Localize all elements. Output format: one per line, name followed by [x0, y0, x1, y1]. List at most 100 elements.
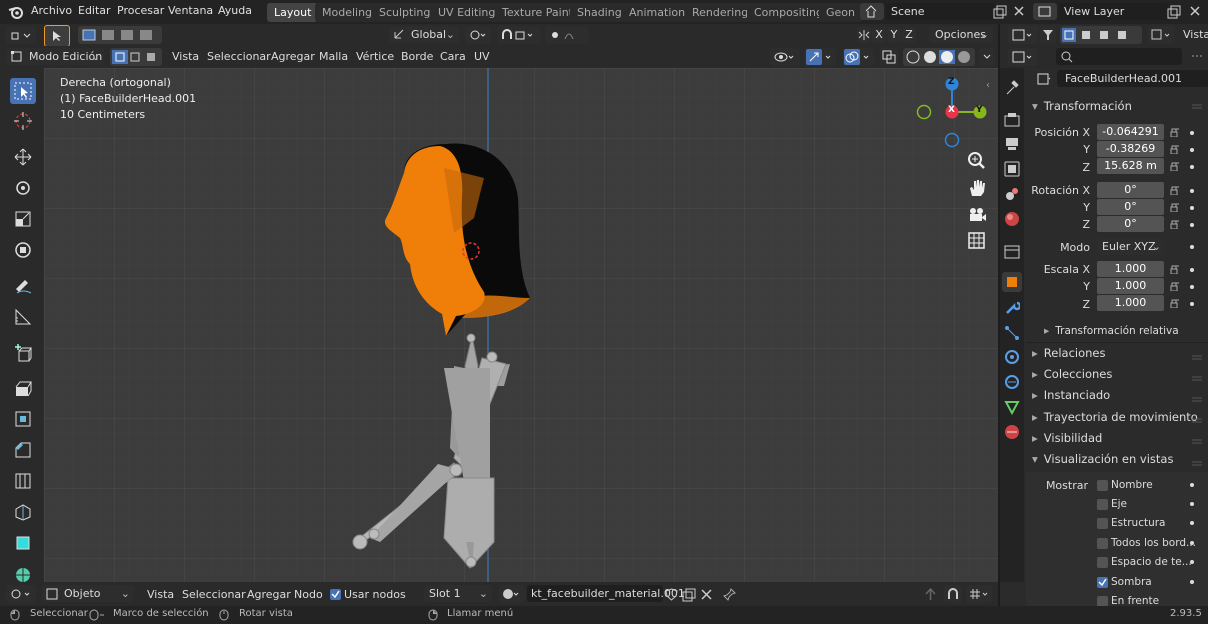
poly-build-tool[interactable] [10, 530, 36, 556]
tab-uv-editing[interactable]: UV Editing [431, 3, 503, 22]
add-cube-tool[interactable] [10, 340, 36, 366]
checkbox-todos-bordes[interactable] [1097, 538, 1108, 549]
keyframe-dot-icon[interactable] [1190, 245, 1194, 249]
3d-viewport[interactable]: Z X Y Derecha (ortogonal) (1) FaceBuilde… [44, 68, 998, 582]
scale-y-field[interactable]: 1.000 [1097, 278, 1164, 294]
collection-icon[interactable] [1004, 244, 1020, 260]
grid-perspective-icon[interactable] [967, 231, 987, 251]
outliner-display-modes[interactable] [1060, 26, 1142, 44]
footer-menu-nodo[interactable]: Nodo [294, 588, 323, 601]
drag-handle-icon[interactable] [1192, 397, 1202, 402]
hand-pan-icon[interactable] [967, 178, 987, 198]
keyframe-dot-icon[interactable] [1190, 560, 1194, 564]
rotation-z-field[interactable]: 0° [1097, 216, 1164, 232]
position-z-field[interactable]: 15.628 m [1097, 158, 1164, 174]
keyframe-dot-icon[interactable] [1190, 148, 1194, 152]
rotate-tool[interactable] [10, 175, 36, 201]
bevel-tool[interactable] [10, 437, 36, 463]
blender-logo-icon[interactable] [8, 4, 24, 20]
mirror-icon[interactable] [857, 27, 871, 43]
tab-modeling[interactable]: Modeling [315, 3, 380, 22]
keyframe-dot-icon[interactable] [1190, 541, 1194, 545]
transform-section-header[interactable]: ▾ Transformación [1032, 99, 1132, 113]
object-tab[interactable] [1002, 272, 1022, 292]
menu-cara[interactable]: Cara [440, 50, 466, 63]
proportional-edit-dropdown[interactable] [545, 26, 589, 44]
checkbox-nombre[interactable] [1097, 480, 1108, 491]
lock-icon[interactable] [1170, 265, 1180, 274]
keyframe-dot-icon[interactable] [1190, 521, 1194, 525]
close-scene-icon[interactable] [1013, 5, 1025, 17]
lock-icon[interactable] [1170, 203, 1180, 212]
transform-tool[interactable] [10, 237, 36, 263]
footer-menu-agregar[interactable]: Agregar [247, 588, 291, 601]
snap-dropdown[interactable] [497, 26, 541, 44]
view-layer-field[interactable]: View Layer [1059, 3, 1168, 20]
scale-x-field[interactable]: 1.000 [1097, 261, 1164, 277]
lock-icon[interactable] [1170, 128, 1180, 137]
rotation-mode-dropdown[interactable]: Euler XYZ ⌄ [1097, 238, 1164, 255]
keyframe-dot-icon[interactable] [1190, 580, 1194, 584]
footer-menu-seleccionar[interactable]: Seleccionar [182, 588, 246, 601]
shading-mode-buttons[interactable] [903, 48, 975, 66]
keyframe-dot-icon[interactable] [1190, 268, 1194, 272]
tab-geon[interactable]: Geon [819, 3, 862, 22]
menu-editar[interactable]: Editar [78, 4, 111, 17]
select-box-tool[interactable] [10, 78, 36, 104]
parent-node-tree-icon[interactable] [924, 588, 937, 601]
vista-label[interactable]: Vista [1183, 28, 1208, 41]
section-instanciado[interactable]: ▸ Instanciado [1032, 388, 1110, 402]
particles-icon[interactable] [1004, 325, 1020, 341]
annotate-tool[interactable] [10, 273, 36, 299]
select-mode-toggle[interactable] [110, 48, 162, 66]
footer-menu-vista[interactable]: Vista [147, 588, 174, 601]
tab-compositing[interactable]: Compositing [747, 3, 830, 22]
checkbox-sombra[interactable] [1097, 577, 1108, 588]
mode-dropdown[interactable]: Modo Edición ⌄ [6, 48, 104, 65]
scale-z-field[interactable]: 1.000 [1097, 295, 1164, 311]
object-name-field[interactable]: FaceBuilderHead.001 [1057, 70, 1208, 87]
close-view-layer-icon[interactable] [1189, 5, 1201, 17]
options-dropdown[interactable]: Opciones ⌄ [929, 26, 993, 43]
keyframe-dot-icon[interactable] [1190, 131, 1194, 135]
position-y-field[interactable]: -0.38269 [1097, 141, 1164, 157]
tab-layout[interactable]: Layout [267, 3, 319, 22]
checkbox-eje[interactable] [1097, 499, 1108, 510]
section-visibilidad[interactable]: ▸ Visibilidad [1032, 431, 1102, 445]
material-browse-button[interactable] [499, 585, 525, 603]
unlink-material-icon[interactable] [701, 589, 712, 600]
menu-borde[interactable]: Borde [401, 50, 433, 63]
slot-dropdown[interactable]: Slot 1 ⌄ [424, 585, 492, 602]
snap-mode-dropdown[interactable] [966, 585, 992, 603]
drag-handle-icon[interactable] [1192, 439, 1202, 444]
keyframe-dot-icon[interactable] [1190, 165, 1194, 169]
keyframe-dot-icon[interactable] [1190, 502, 1194, 506]
tab-texture-paint[interactable]: Texture Paint [495, 3, 580, 22]
menu-agregar[interactable]: Agregar [271, 50, 315, 63]
scale-tool[interactable] [10, 206, 36, 232]
lock-icon[interactable] [1170, 186, 1180, 195]
copy-view-layer-icon[interactable] [1167, 5, 1181, 19]
world-icon[interactable] [1004, 211, 1020, 227]
scene-selector-button[interactable] [860, 3, 884, 20]
menu-archivo[interactable]: Archivo [31, 4, 72, 17]
section-viewport-display[interactable]: ▾ Visualización en vistas [1032, 452, 1173, 466]
transform-orientation-dropdown[interactable]: Global ⌄ [389, 26, 459, 43]
fake-user-shield-icon[interactable] [665, 588, 678, 601]
object-type-dropdown[interactable]: Objeto ⌄ [42, 585, 134, 602]
checkbox-espacio-textura[interactable] [1097, 557, 1108, 568]
lock-icon[interactable] [1170, 299, 1180, 308]
modifier-wrench-icon[interactable] [1004, 300, 1020, 316]
filter-icon[interactable] [1040, 26, 1056, 44]
axis-y2-toggle[interactable]: Y [887, 27, 901, 43]
knife-tool[interactable] [10, 499, 36, 525]
menu-ayuda[interactable]: Ayuda [218, 4, 252, 17]
section-relaciones[interactable]: ▸ Relaciones [1032, 346, 1105, 360]
checkbox-estructura[interactable] [1097, 518, 1108, 529]
select-tool-button[interactable] [44, 25, 70, 47]
tab-rendering[interactable]: Rendering [685, 3, 756, 22]
view-layer-selector-button[interactable] [1033, 3, 1057, 20]
options-dots-icon[interactable] [1192, 54, 1202, 62]
snap-toggle[interactable] [944, 585, 962, 603]
lock-icon[interactable] [1170, 162, 1180, 171]
